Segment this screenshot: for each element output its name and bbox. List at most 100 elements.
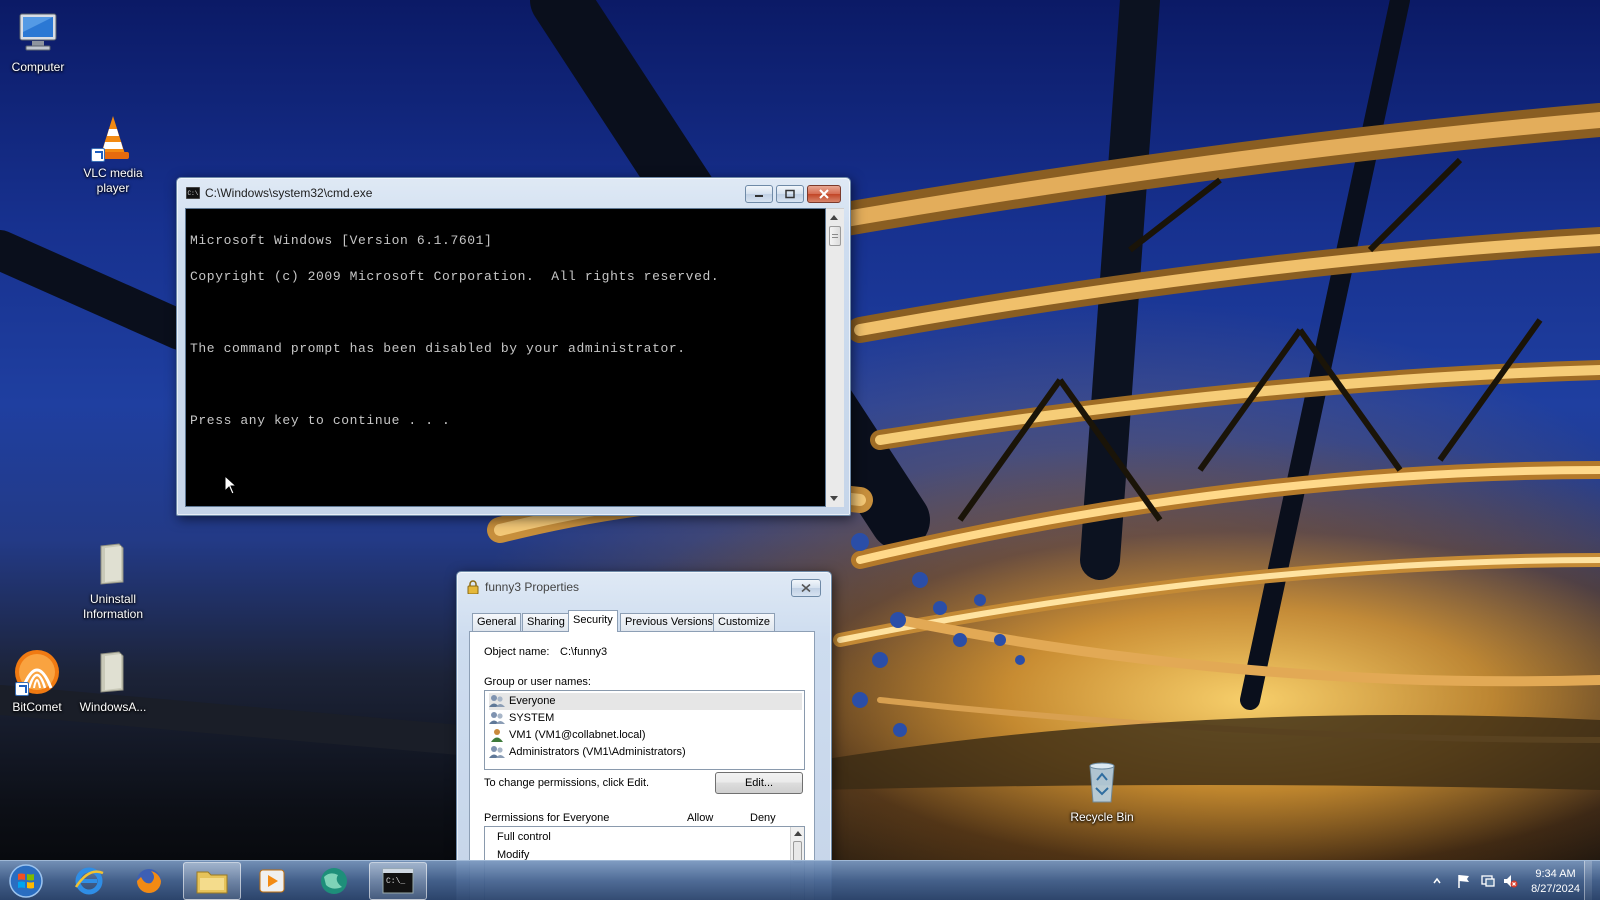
tab-sharing[interactable]: Sharing xyxy=(522,613,570,631)
list-item[interactable]: Administrators (VM1\Administrators) xyxy=(489,744,686,761)
scroll-down-arrow-icon[interactable] xyxy=(830,496,838,501)
tab-general[interactable]: General xyxy=(472,613,522,631)
internet-explorer-icon xyxy=(74,867,104,895)
desktop-icon-label: Recycle Bin xyxy=(1070,810,1134,824)
cmd-window[interactable]: C:\ C:\Windows\system32\cmd.exe Microsof… xyxy=(176,177,851,516)
tab-previous-versions[interactable]: Previous Versions xyxy=(620,613,719,631)
recycle-bin-icon xyxy=(1078,758,1126,806)
taskbar-item-globe-app[interactable] xyxy=(305,862,363,900)
permission-row: Full control xyxy=(489,829,551,846)
taskbar-item-internet-explorer[interactable] xyxy=(60,862,118,900)
desktop-icon-windowsa[interactable]: WindowsA... xyxy=(68,648,158,715)
permission-name: Full control xyxy=(497,831,551,843)
bitcomet-icon xyxy=(13,648,61,696)
clock-time: 9:34 AM xyxy=(1535,868,1576,880)
action-center-flag-icon[interactable] xyxy=(1456,873,1472,889)
cmd-window-title: C:\Windows\system32\cmd.exe xyxy=(205,186,373,200)
desktop-icon-computer[interactable]: Computer xyxy=(0,8,83,75)
list-item[interactable]: SYSTEM xyxy=(489,710,554,727)
desktop-icon-uninstall-information[interactable]: Uninstall Information xyxy=(68,540,158,622)
maximize-icon xyxy=(785,189,795,199)
console-line: Microsoft Windows [Version 6.1.7601] xyxy=(190,233,493,248)
start-button[interactable] xyxy=(6,863,46,899)
lock-folder-icon xyxy=(467,580,479,594)
permissions-for-label: Permissions for Everyone xyxy=(484,812,610,824)
list-item[interactable]: Everyone xyxy=(489,693,802,710)
tab-customize[interactable]: Customize xyxy=(713,613,775,631)
computer-icon xyxy=(14,8,62,56)
mouse-pointer-icon xyxy=(224,475,238,495)
console-output-area[interactable]: Microsoft Windows [Version 6.1.7601] Cop… xyxy=(185,208,826,507)
list-item-label: VM1 (VM1@collabnet.local) xyxy=(509,729,646,741)
shortcut-arrow-icon xyxy=(91,148,105,162)
taskbar-clock[interactable]: 9:34 AM 8/27/2024 xyxy=(1531,867,1580,897)
allow-column-header: Allow xyxy=(687,812,714,824)
cmd-titlebar[interactable]: C:\ C:\Windows\system32\cmd.exe xyxy=(177,178,850,208)
console-line: The command prompt has been disabled by … xyxy=(190,341,686,356)
tab-security[interactable]: Security xyxy=(568,610,618,632)
windows-orb-icon xyxy=(9,864,43,898)
console-line: Press any key to continue . . . xyxy=(190,413,451,428)
desktop-icon-label: Uninstall Information xyxy=(82,592,144,621)
show-desktop-button[interactable] xyxy=(1584,861,1592,900)
taskbar-item-windows-explorer[interactable] xyxy=(183,862,241,900)
folder-icon xyxy=(89,540,137,588)
edit-button[interactable]: Edit... xyxy=(715,772,803,794)
cmd-icon: C:\ xyxy=(186,187,200,199)
desktop-icon-label: Computer xyxy=(11,60,65,74)
console-text: Microsoft Windows [Version 6.1.7601] Cop… xyxy=(190,211,821,451)
system-tray: 9:34 AM 8/27/2024 xyxy=(1392,861,1592,900)
group-or-user-names-label: Group or user names: xyxy=(484,676,591,688)
desktop-icon-recycle-bin[interactable]: Recycle Bin xyxy=(1057,758,1147,825)
taskbar-item-firefox[interactable] xyxy=(120,862,178,900)
minimize-button[interactable] xyxy=(745,185,773,203)
close-icon xyxy=(819,189,829,199)
folder-icon xyxy=(89,648,137,696)
properties-titlebar[interactable]: funny3 Properties xyxy=(457,572,831,602)
user-icon xyxy=(491,729,503,742)
desktop-icon-label: VLC media player xyxy=(83,166,143,195)
maximize-button[interactable] xyxy=(776,185,804,203)
shortcut-arrow-icon xyxy=(15,682,29,696)
show-hidden-icons-icon[interactable] xyxy=(1432,876,1442,886)
taskbar: C:\_ 9:34 AM 8/27/2024 xyxy=(0,860,1600,900)
minimize-icon xyxy=(755,195,763,197)
list-item[interactable]: VM1 (VM1@collabnet.local) xyxy=(489,727,646,744)
properties-window[interactable]: funny3 Properties General Sharing Securi… xyxy=(456,571,832,900)
vlc-cone-icon xyxy=(89,114,137,162)
list-item-label: SYSTEM xyxy=(509,712,555,724)
desktop-icon-label: WindowsA... xyxy=(79,700,147,714)
scroll-up-arrow-icon[interactable] xyxy=(830,215,838,220)
list-item-label: Everyone xyxy=(509,695,556,707)
object-name-label: Object name: xyxy=(484,646,550,658)
close-button[interactable] xyxy=(791,579,821,597)
taskbar-item-cmd[interactable]: C:\_ xyxy=(369,862,427,900)
close-icon xyxy=(801,583,811,593)
group-user-list[interactable]: Everyone SYSTEM VM1 (VM1@collabnet.local… xyxy=(484,690,805,770)
taskbar-item-media-player[interactable] xyxy=(243,862,301,900)
svg-text:C:\: C:\ xyxy=(188,190,199,197)
users-group-icon xyxy=(489,746,505,758)
cmd-icon: C:\_ xyxy=(382,868,414,894)
svg-text:C:\_: C:\_ xyxy=(386,877,405,886)
clock-date: 8/27/2024 xyxy=(1531,883,1580,895)
scroll-up-arrow-icon[interactable] xyxy=(794,831,802,836)
object-name-value: C:\funny3 xyxy=(560,646,608,658)
desktop-icon-vlc[interactable]: VLC media player xyxy=(68,114,158,196)
close-button[interactable] xyxy=(807,185,841,203)
users-group-icon xyxy=(489,712,505,724)
network-icon[interactable] xyxy=(1480,873,1496,889)
windows-explorer-icon xyxy=(196,871,228,894)
firefox-icon xyxy=(137,869,161,893)
console-line: Copyright (c) 2009 Microsoft Corporation… xyxy=(190,269,720,284)
scroll-thumb[interactable] xyxy=(829,226,841,246)
list-item-label: Administrators (VM1\Administrators) xyxy=(509,746,686,758)
properties-window-title: funny3 Properties xyxy=(485,580,580,594)
globe-app-icon xyxy=(321,868,347,894)
vertical-scrollbar[interactable] xyxy=(826,208,844,507)
deny-column-header: Deny xyxy=(750,812,776,824)
media-player-icon xyxy=(259,869,285,893)
volume-muted-icon[interactable] xyxy=(1502,873,1518,889)
